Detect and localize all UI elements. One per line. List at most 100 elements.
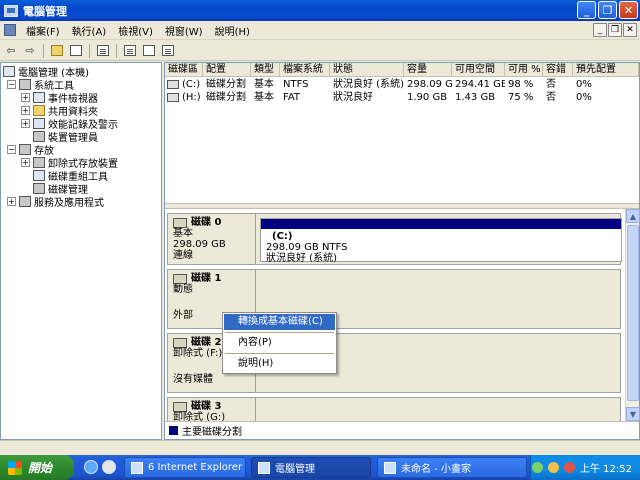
mmc-icon[interactable] bbox=[4, 24, 16, 36]
cell-capacity: 298.09 GB bbox=[407, 79, 452, 90]
menu-separator bbox=[225, 332, 334, 333]
column-header-free-space[interactable]: 可用空間 bbox=[452, 63, 505, 77]
show-desktop-quicklaunch-icon[interactable] bbox=[102, 460, 116, 474]
removable-disk-icon bbox=[173, 401, 187, 412]
computer-management-icon bbox=[4, 4, 18, 17]
disk-0-label[interactable]: 磁碟 0 基本 298.09 GB 連線 bbox=[168, 214, 256, 264]
expand-icon[interactable]: + bbox=[21, 93, 30, 102]
table-row[interactable]: (C:) 磁碟分割 基本 NTFS 狀況良好 (系統) 298.09 GB 29… bbox=[165, 78, 639, 91]
back-button[interactable]: ⇦ bbox=[3, 43, 19, 59]
child-restore-button[interactable]: ❐ bbox=[608, 23, 622, 37]
column-header-layout[interactable]: 配置 bbox=[203, 63, 251, 77]
expand-icon[interactable]: + bbox=[7, 197, 16, 206]
drive-icon bbox=[167, 79, 179, 89]
disk-status: 沒有媒體 bbox=[173, 374, 213, 385]
export-button[interactable] bbox=[141, 43, 157, 59]
start-button[interactable]: 開始 bbox=[0, 455, 74, 480]
help-button[interactable] bbox=[160, 43, 176, 59]
menu-item-help[interactable]: 說明(H) bbox=[224, 356, 335, 372]
cell-filesystem: FAT bbox=[283, 92, 301, 103]
partition-label: (C:) bbox=[272, 231, 293, 242]
expand-icon[interactable]: + bbox=[21, 158, 30, 167]
scroll-up-icon[interactable]: ▲ bbox=[626, 209, 640, 223]
disk-size: 298.09 GB bbox=[173, 239, 226, 250]
expand-icon[interactable]: + bbox=[21, 106, 30, 115]
tree-item-label: 服務及應用程式 bbox=[34, 198, 104, 209]
menu-view[interactable]: 檢視(V) bbox=[112, 23, 159, 38]
hard-disk-icon bbox=[173, 217, 187, 228]
toolbar-separator bbox=[89, 43, 90, 58]
up-button[interactable] bbox=[49, 43, 65, 59]
cell-filesystem: NTFS bbox=[283, 79, 309, 90]
scroll-down-icon[interactable]: ▼ bbox=[626, 407, 640, 421]
event-viewer-icon bbox=[33, 92, 45, 103]
close-button[interactable]: ✕ bbox=[619, 1, 638, 19]
menu-item-convert-to-basic[interactable]: 轉換成基本磁碟(C) bbox=[224, 314, 335, 330]
child-minimize-button[interactable]: _ bbox=[593, 23, 607, 37]
column-header-status[interactable]: 狀態 bbox=[330, 63, 404, 77]
console-tree-icon bbox=[70, 45, 82, 56]
column-header-filesystem[interactable]: 檔案系統 bbox=[280, 63, 330, 77]
window-title: 電腦管理 bbox=[23, 4, 67, 18]
properties-button[interactable] bbox=[95, 43, 111, 59]
refresh-button[interactable] bbox=[122, 43, 138, 59]
tree-item-storage[interactable]: − 存放 bbox=[7, 143, 54, 157]
scroll-thumb[interactable] bbox=[627, 225, 639, 401]
taskbar-item-paint[interactable]: 未命名 - 小畫家 bbox=[377, 457, 527, 478]
disk-status: 連線 bbox=[173, 250, 193, 261]
forward-button[interactable]: ⇨ bbox=[22, 43, 38, 59]
title-bar[interactable]: 電腦管理 _ ❐ ✕ bbox=[0, 0, 640, 21]
disk-name: 磁碟 1 bbox=[191, 273, 222, 284]
computer-management-icon bbox=[258, 461, 270, 474]
column-header-capacity[interactable]: 容量 bbox=[404, 63, 452, 77]
vertical-scrollbar[interactable]: ▲ ▼ bbox=[625, 209, 640, 421]
cell-status: 狀況良好 bbox=[333, 92, 373, 103]
tree-item-services-apps[interactable]: + 服務及應用程式 bbox=[7, 195, 104, 209]
primary-partition-bar bbox=[261, 219, 621, 229]
cell-status: 狀況良好 (系統) bbox=[333, 79, 404, 90]
taskbar-item-internet-explorer[interactable]: 6 Internet Explorer bbox=[124, 457, 246, 478]
expand-icon[interactable]: + bbox=[21, 119, 30, 128]
cell-percent-free: 98 % bbox=[508, 79, 534, 90]
menu-item-properties[interactable]: 內容(P) bbox=[224, 335, 335, 351]
storage-icon bbox=[19, 144, 31, 155]
cell-volume: (C:) bbox=[182, 79, 201, 90]
cell-overhead: 0% bbox=[576, 92, 592, 103]
child-close-button[interactable]: ✕ bbox=[623, 23, 637, 37]
menu-action[interactable]: 執行(A) bbox=[66, 23, 113, 38]
column-header-volume[interactable]: 磁碟區 bbox=[165, 63, 203, 77]
internet-explorer-quicklaunch-icon[interactable] bbox=[84, 460, 98, 474]
security-tray-icon[interactable] bbox=[564, 462, 575, 473]
network-tray-icon[interactable] bbox=[532, 462, 543, 473]
table-row[interactable]: (H:) 磁碟分割 基本 FAT 狀況良好 1.90 GB 1.43 GB 75… bbox=[165, 91, 639, 104]
volume-tray-icon[interactable] bbox=[548, 462, 559, 473]
menu-help[interactable]: 說明(H) bbox=[209, 23, 256, 38]
cell-free-space: 1.43 GB bbox=[455, 92, 496, 103]
column-header-overhead[interactable]: 預先配置 bbox=[573, 63, 639, 77]
restore-button[interactable]: ❐ bbox=[598, 1, 617, 19]
collapse-icon[interactable]: − bbox=[7, 80, 16, 89]
column-header-fault-tolerance[interactable]: 容錯 bbox=[543, 63, 573, 77]
menu-window[interactable]: 視窗(W) bbox=[159, 23, 209, 38]
minimize-button[interactable]: _ bbox=[577, 1, 596, 19]
show-tree-button[interactable] bbox=[68, 43, 84, 59]
cell-percent-free: 75 % bbox=[508, 92, 534, 103]
arrow-right-icon: ⇨ bbox=[25, 44, 35, 57]
menu-file[interactable]: 檔案(F) bbox=[20, 23, 66, 38]
collapse-icon[interactable]: − bbox=[7, 145, 16, 154]
taskbar-item-computer-management[interactable]: 電腦管理 bbox=[251, 457, 371, 478]
disk-0-row[interactable]: 磁碟 0 基本 298.09 GB 連線 (C:) 298.09 GB NTFS… bbox=[167, 213, 622, 265]
partition-status: 狀況良好 (系統) bbox=[266, 253, 337, 264]
cell-layout: 磁碟分割 bbox=[206, 92, 246, 103]
column-header-type[interactable]: 類型 bbox=[251, 63, 280, 77]
partition-c[interactable]: (C:) 298.09 GB NTFS 狀況良好 (系統) bbox=[260, 218, 622, 264]
removable-storage-icon bbox=[33, 157, 45, 168]
clock[interactable]: 上午 12:52 bbox=[580, 460, 632, 475]
status-bar bbox=[0, 440, 640, 455]
console-tree: 電腦管理 (本機) − 系統工具 + 事件檢視器 + 共用資料夾 + 效能記錄及… bbox=[0, 62, 162, 440]
column-header-percent-free[interactable]: 可用 % bbox=[505, 63, 543, 77]
disk-type: 動態 bbox=[173, 284, 193, 295]
partition-detail: 298.09 GB NTFS bbox=[266, 242, 348, 253]
task-label: 電腦管理 bbox=[275, 464, 315, 475]
defrag-icon bbox=[33, 170, 45, 181]
